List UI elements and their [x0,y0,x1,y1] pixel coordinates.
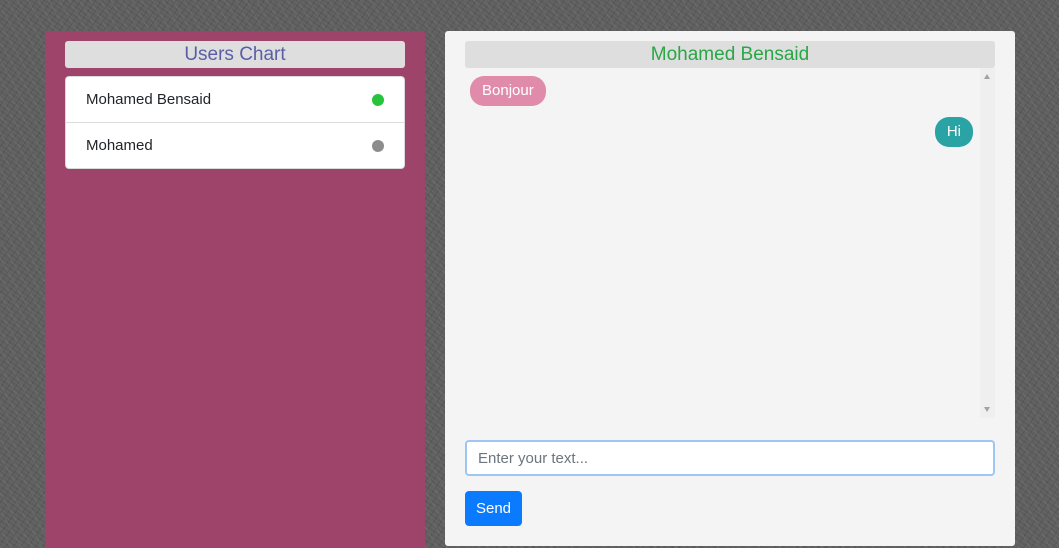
user-item[interactable]: Mohamed Bensaid [66,77,404,122]
scroll-up-icon[interactable] [984,74,990,79]
user-name: Mohamed Bensaid [86,91,212,108]
sent-message: Hi [934,117,973,147]
scroll-down-icon[interactable] [984,407,990,412]
user-item[interactable]: Mohamed [66,122,404,168]
offline-status-icon [372,140,384,152]
message-list: Bonjour Hi [465,68,995,418]
send-button[interactable]: Send [465,491,522,526]
chat-panel: Mohamed Bensaid Bonjour Hi Send [445,31,1015,546]
chat-title: Mohamed Bensaid [465,41,995,68]
online-status-icon [372,94,384,106]
message-scrollbar[interactable] [980,68,995,418]
users-panel: Users Chart Mohamed Bensaid Mohamed [45,31,425,548]
user-name: Mohamed [86,137,153,154]
users-panel-title: Users Chart [65,41,405,68]
user-list: Mohamed Bensaid Mohamed [65,76,405,169]
received-message: Bonjour [470,76,546,106]
message-input[interactable] [465,440,995,476]
